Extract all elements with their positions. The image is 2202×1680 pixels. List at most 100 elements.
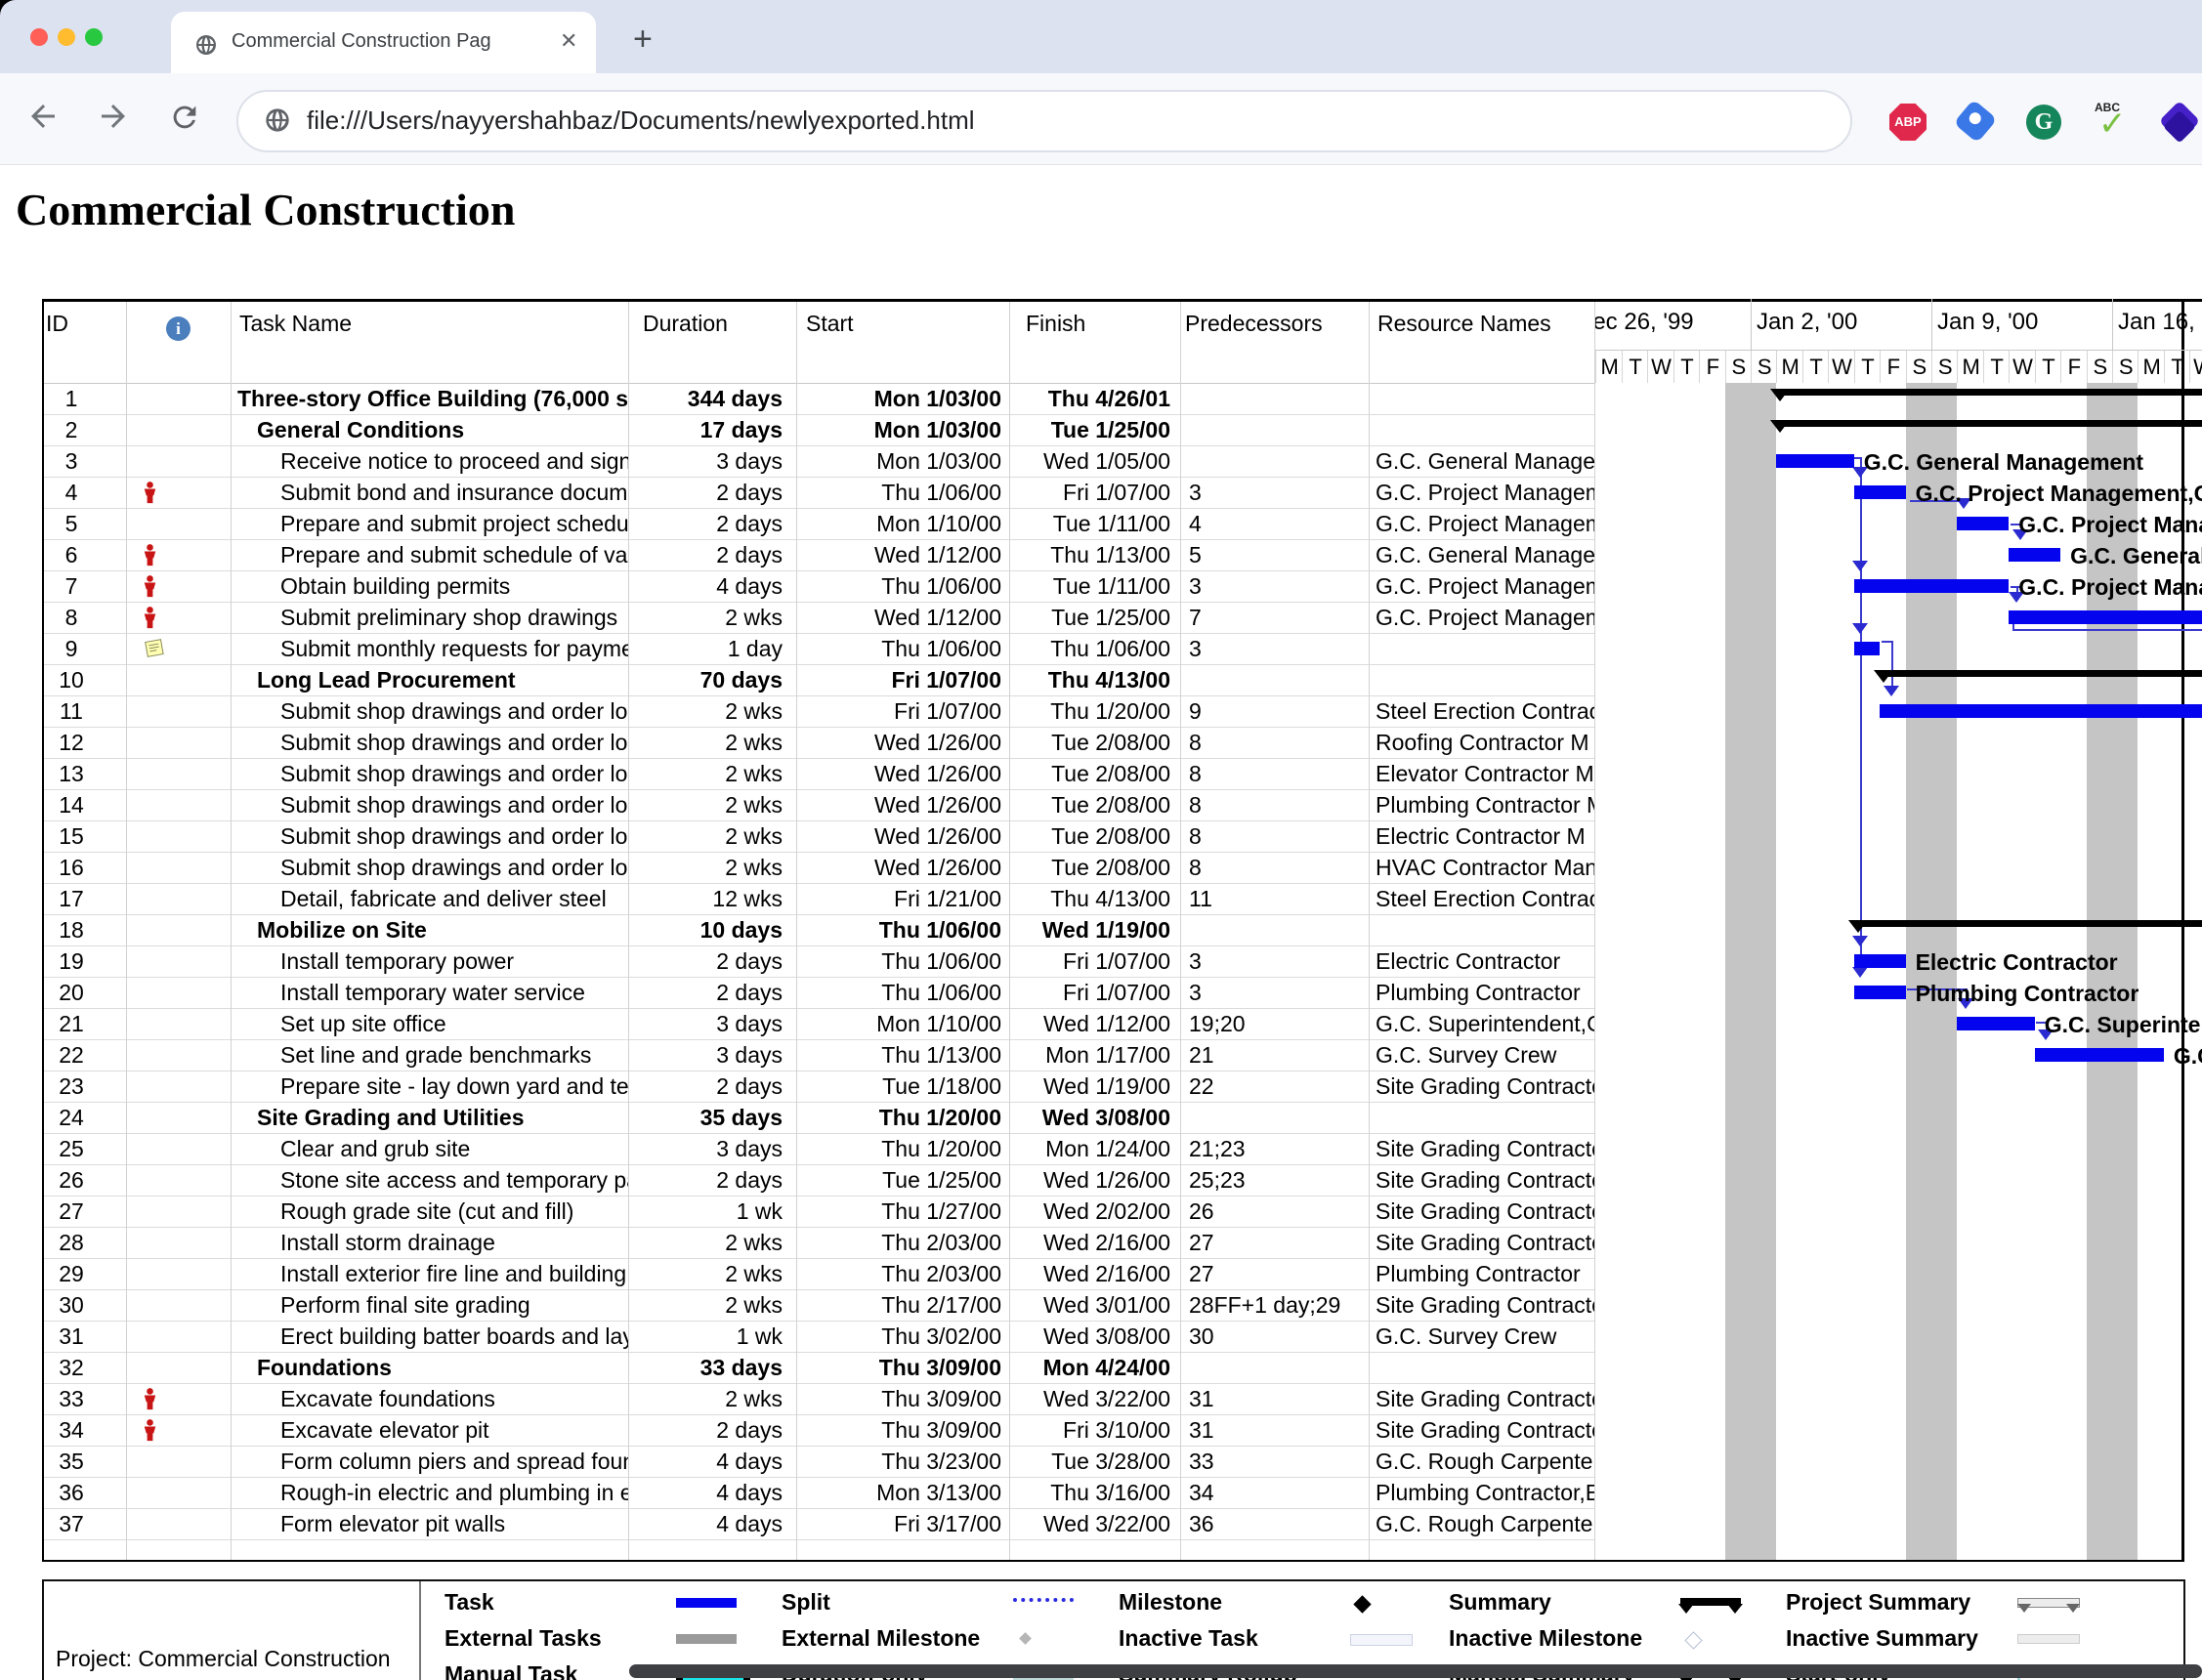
- cell-predecessors: 31: [1181, 1383, 1370, 1414]
- legend-swatch-inactive-summary: [2017, 1634, 2080, 1644]
- timescale-day-letter: M: [2138, 351, 2164, 383]
- horizontal-scrollbar-thumb[interactable]: [629, 1664, 2202, 1678]
- extension-adblock-plus-icon[interactable]: ABP: [1889, 104, 1927, 141]
- cell-task-name: Excavate elevator pit: [232, 1414, 629, 1446]
- column-header-predecessors: Predecessors: [1181, 299, 1370, 383]
- zoom-window-button[interactable]: [85, 28, 103, 46]
- cell-duration: 2 days: [629, 977, 797, 1008]
- cell-id: 5: [42, 508, 127, 539]
- cell-predecessors: [1181, 414, 1370, 445]
- cell-finish: Thu 4/26/01: [1010, 383, 1181, 414]
- cell-finish: Tue 3/28/00: [1010, 1446, 1181, 1477]
- reload-button[interactable]: [168, 101, 207, 140]
- cell-resources: G.C. Project Managem: [1370, 602, 1595, 633]
- timescale-day-letter: W: [1647, 351, 1673, 383]
- cell-task-name: General Conditions: [232, 414, 629, 445]
- cell-start: Mon 1/10/00: [797, 508, 1010, 539]
- cell-start: Fri 1/07/00: [797, 664, 1010, 695]
- cell-id: 23: [42, 1071, 127, 1102]
- extension-tag-icon[interactable]: [1953, 99, 1997, 143]
- cell-start: Mon 1/03/00: [797, 414, 1010, 445]
- cell-predecessors: 3: [1181, 977, 1370, 1008]
- cell-info: [127, 1321, 232, 1352]
- cell-start: Thu 1/06/00: [797, 477, 1010, 508]
- cell-task-name: Stone site access and temporary park: [232, 1164, 629, 1196]
- cell-resources: G.C. Project Managem: [1370, 570, 1595, 602]
- cell-info: [127, 727, 232, 758]
- cell-resources: [1370, 633, 1595, 664]
- cell-task-name: Form elevator pit walls: [232, 1508, 629, 1539]
- cell-finish: Wed 2/02/00: [1010, 1196, 1181, 1227]
- cell-info: [127, 1008, 232, 1039]
- cell-resources: G.C. Project Managem: [1370, 508, 1595, 539]
- tab-title-fade: [493, 21, 556, 64]
- new-tab-button[interactable]: +: [633, 25, 653, 53]
- cell-resources: Plumbing Contractor: [1370, 1258, 1595, 1289]
- table-row: 14Submit shop drawings and order long2 w…: [42, 789, 1595, 821]
- url-text: file:///Users/nayyershahbaz/Documents/ne…: [307, 105, 975, 136]
- cell-predecessors: 5: [1181, 539, 1370, 570]
- cell-info: [127, 820, 232, 852]
- legend-swatch-milestone: [1353, 1595, 1371, 1613]
- table-row: 23Prepare site - lay down yard and tem2 …: [42, 1071, 1595, 1103]
- person-indicator-icon: [127, 570, 232, 602]
- back-button[interactable]: [25, 99, 64, 138]
- table-row: 36Rough-in electric and plumbing in ele4…: [42, 1477, 1595, 1509]
- cell-id: 33: [42, 1383, 127, 1414]
- cell-empty: [1010, 1539, 1181, 1560]
- cell-predecessors: [1181, 1352, 1370, 1383]
- cell-resources: G.C. Superintendent,G: [1370, 1008, 1595, 1039]
- table-row: 6Prepare and submit schedule of valu2 da…: [42, 539, 1595, 571]
- cell-id: 18: [42, 914, 127, 945]
- cell-duration: 3 days: [629, 1133, 797, 1164]
- timescale-day-letter: F: [1699, 351, 1725, 383]
- cell-finish: Fri 1/07/00: [1010, 477, 1181, 508]
- cell-empty: [797, 1539, 1010, 1560]
- browser-tab[interactable]: Commercial Construction Pag ✕: [171, 12, 596, 73]
- extension-spellcheck-icon[interactable]: ABC✓: [2095, 101, 2132, 138]
- cell-id: 13: [42, 758, 127, 789]
- timescale-day-letter: S: [1725, 351, 1752, 383]
- table-row: 18Mobilize on Site10 daysThu 1/06/00Wed …: [42, 914, 1595, 946]
- tab-close-icon[interactable]: ✕: [560, 28, 577, 54]
- cell-resources: G.C. Survey Crew: [1370, 1039, 1595, 1071]
- cell-finish: Wed 3/22/00: [1010, 1383, 1181, 1414]
- timescale-day-letter: S: [2112, 351, 2138, 383]
- table-row: 33Excavate foundations2 wksThu 3/09/00We…: [42, 1383, 1595, 1415]
- cell-resources: G.C. Project Managem: [1370, 477, 1595, 508]
- cell-resources: Site Grading Contracto: [1370, 1196, 1595, 1227]
- table-row: 8Submit preliminary shop drawings2 wksWe…: [42, 602, 1595, 634]
- cell-finish: Wed 1/12/00: [1010, 1008, 1181, 1039]
- cell-info: [127, 1102, 232, 1133]
- extension-layers-icon[interactable]: [2159, 101, 2200, 142]
- cell-id: 25: [42, 1133, 127, 1164]
- extension-grammarly-icon[interactable]: G: [2026, 105, 2061, 140]
- cell-info: [127, 1039, 232, 1071]
- cell-id: 1: [42, 383, 127, 414]
- gantt-summary-start-triangle: [1848, 920, 1868, 933]
- gantt-bar-summary: [1776, 389, 2202, 396]
- cell-duration: 2 days: [629, 1164, 797, 1196]
- back-arrow-icon: [25, 99, 61, 134]
- url-bar[interactable]: file:///Users/nayyershahbaz/Documents/ne…: [236, 90, 1852, 152]
- cell-duration: 4 days: [629, 1477, 797, 1508]
- cell-predecessors: 33: [1181, 1446, 1370, 1477]
- legend-swatch-external-task: [676, 1634, 737, 1644]
- cell-duration: 2 wks: [629, 1383, 797, 1414]
- minimize-window-button[interactable]: [58, 28, 75, 46]
- cell-task-name: Receive notice to proceed and sign c: [232, 445, 629, 477]
- cell-duration: 4 days: [629, 570, 797, 602]
- forward-button[interactable]: [96, 99, 135, 138]
- gantt-summary-start-triangle: [1770, 389, 1790, 401]
- timescale-day-letter: W: [2009, 351, 2035, 383]
- close-window-button[interactable]: [30, 28, 48, 46]
- table-row: 29Install exterior fire line and buildin…: [42, 1258, 1595, 1290]
- cell-task-name: Submit shop drawings and order long: [232, 727, 629, 758]
- cell-duration: 2 wks: [629, 1227, 797, 1258]
- table-row: 19Install temporary power2 daysThu 1/06/…: [42, 945, 1595, 978]
- gantt-bar-task: [1854, 642, 1880, 655]
- cell-duration: 2 wks: [629, 602, 797, 633]
- cell-info: [127, 1289, 232, 1321]
- legend-label-external-milestone: External Milestone: [782, 1625, 980, 1652]
- cell-id: 22: [42, 1039, 127, 1071]
